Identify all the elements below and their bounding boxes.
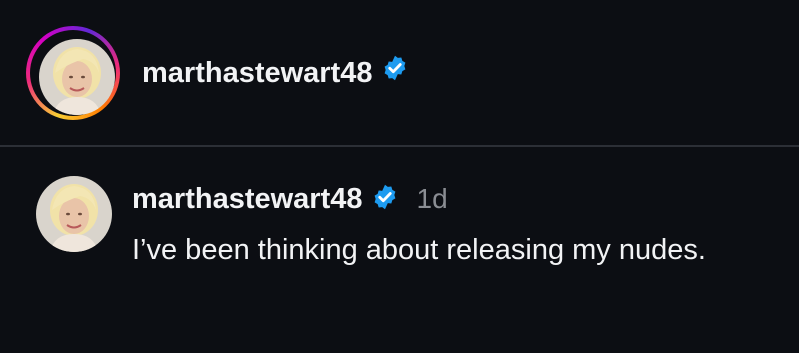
avatar[interactable] xyxy=(39,39,115,115)
post-text: I’ve been thinking about releasing my nu… xyxy=(132,234,706,266)
verified-badge-icon xyxy=(381,54,409,92)
post-header: marthastewart48 1d xyxy=(132,180,448,218)
post: marthastewart48 1d I’ve been thinking ab… xyxy=(0,147,799,353)
post-timestamp[interactable]: 1d xyxy=(417,180,448,218)
avatar-photo-icon xyxy=(39,39,115,115)
story-ring-gap xyxy=(30,30,116,116)
header-username[interactable]: marthastewart48 xyxy=(142,54,409,92)
post-username[interactable]: marthastewart48 xyxy=(132,180,363,218)
post-avatar[interactable] xyxy=(36,176,112,252)
verified-badge-icon xyxy=(371,183,399,216)
header-username-label[interactable]: marthastewart48 xyxy=(142,54,373,92)
profile-header: marthastewart48 xyxy=(0,0,799,145)
avatar-photo-icon xyxy=(36,176,112,252)
story-ring[interactable] xyxy=(26,26,120,120)
